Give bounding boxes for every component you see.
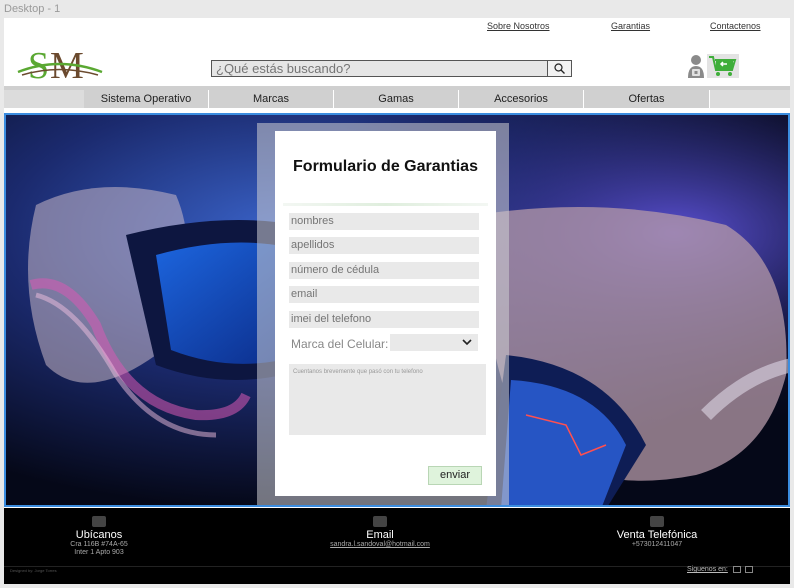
page: Sobre Nosotros Garantias Contactenos S M xyxy=(4,18,790,584)
facebook-icon[interactable] xyxy=(733,566,741,573)
account-icon[interactable] xyxy=(687,54,705,85)
form-divider xyxy=(283,203,488,206)
email-field[interactable] xyxy=(289,286,479,303)
brand-select[interactable] xyxy=(390,334,478,351)
link-garantias[interactable]: Garantias xyxy=(611,21,650,31)
top-links: Sobre Nosotros Garantias Contactenos xyxy=(4,21,790,35)
cedula-field[interactable] xyxy=(289,262,479,279)
footer-email: Email sandra.l.sandoval@hotmail.com xyxy=(320,516,440,548)
phone-title: Venta Telefónica xyxy=(616,529,698,541)
instagram-icon[interactable] xyxy=(745,566,753,573)
search-bar xyxy=(211,60,572,77)
footer-phone: Venta Telefónica +573012411047 xyxy=(604,516,710,549)
imei-field[interactable] xyxy=(289,311,479,328)
chevron-down-icon xyxy=(462,339,472,346)
phone-number: +573012411047 xyxy=(631,541,683,548)
footer-bottom-bar xyxy=(4,566,790,576)
hero-section: Formulario de Garantias Marca del Celula… xyxy=(4,113,790,507)
footer-locate: Ubícanos Cra 116B #74A-65 Inter 1 Apto 9… xyxy=(54,516,144,557)
search-input[interactable] xyxy=(212,61,547,76)
email-title: Email xyxy=(366,529,394,541)
brand-label: Marca del Celular: xyxy=(291,337,389,351)
email-link[interactable]: sandra.l.sandoval@hotmail.com xyxy=(320,541,440,548)
apellidos-field[interactable] xyxy=(289,237,479,254)
mail-icon xyxy=(373,516,387,527)
locate-title: Ubícanos xyxy=(75,529,123,541)
nav-item-marcas[interactable]: Marcas xyxy=(209,90,334,108)
location-icon xyxy=(92,516,106,527)
address-line-1: Cra 116B #74A-65 xyxy=(70,541,128,548)
logo[interactable]: S M xyxy=(14,38,104,87)
description-textarea[interactable]: Cuentanos brevemente que pasó con tu tel… xyxy=(289,364,486,435)
search-button[interactable] xyxy=(547,61,571,76)
search-icon xyxy=(554,63,565,74)
nav-item-ofertas[interactable]: Ofertas xyxy=(584,90,710,108)
nav-item-gamas[interactable]: Gamas xyxy=(334,90,459,108)
send-button[interactable]: enviar xyxy=(428,466,482,485)
address-line-2: Inter 1 Apto 903 xyxy=(74,549,124,556)
designed-by: Designed by: Jorge Torres xyxy=(10,568,57,573)
link-sobre-nosotros[interactable]: Sobre Nosotros xyxy=(487,21,550,31)
form-title: Formulario de Garantias xyxy=(293,158,478,175)
logo-mark: S M xyxy=(17,45,103,87)
shopping-cart-icon[interactable] xyxy=(707,54,739,78)
phone-icon xyxy=(650,516,664,527)
nav-item-sistema-operativo[interactable]: Sistema Operativo xyxy=(84,90,209,108)
main-nav: Sistema Operativo Marcas Gamas Accesorio… xyxy=(4,86,790,108)
follow-us[interactable]: Siguenos en: xyxy=(687,566,728,573)
artboard-label: Desktop - 1 xyxy=(4,3,61,15)
warranty-form: Formulario de Garantias Marca del Celula… xyxy=(275,131,496,496)
nombres-field[interactable] xyxy=(289,213,479,230)
link-contactenos[interactable]: Contactenos xyxy=(710,21,761,31)
footer: Ubícanos Cra 116B #74A-65 Inter 1 Apto 9… xyxy=(4,508,790,584)
nav-item-accesorios[interactable]: Accesorios xyxy=(459,90,584,108)
